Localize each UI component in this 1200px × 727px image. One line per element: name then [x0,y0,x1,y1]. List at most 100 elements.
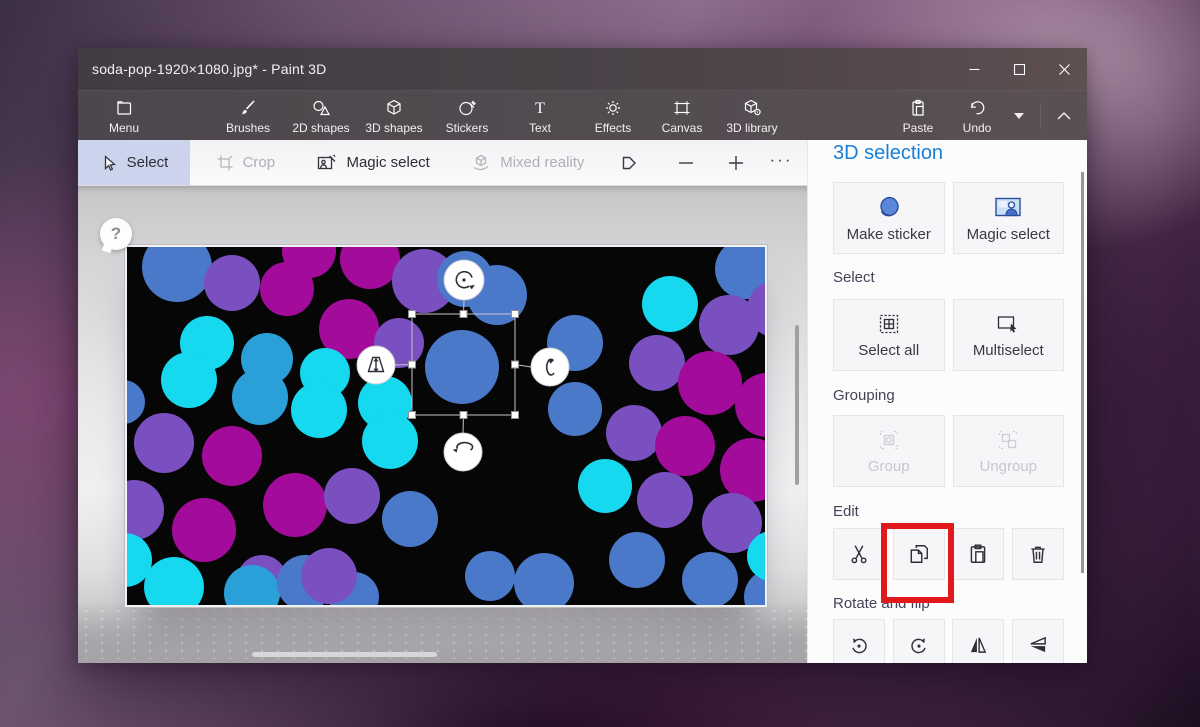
tab-select[interactable]: Select [78,140,190,185]
perspective-flag-button[interactable] [613,155,645,171]
collapse-toolbar-button[interactable] [1047,112,1081,120]
multiselect-button[interactable]: Multiselect [953,299,1065,371]
selection-handle[interactable] [512,311,519,318]
rotate-left-button[interactable] [833,619,885,663]
zoom-out-button[interactable] [671,155,701,171]
zoom-in-button[interactable] [721,155,751,171]
ellipsis-icon: ··· [770,150,793,170]
cursor-icon [100,154,118,172]
selection-handle[interactable] [460,311,467,318]
3d-library-button[interactable]: 3D library [719,96,785,135]
stickers-button[interactable]: Stickers [435,96,499,135]
mixed-reality-icon [471,154,491,172]
selection-handle[interactable] [512,361,519,368]
delete-button[interactable] [1012,528,1064,580]
brush-icon [238,98,258,118]
help-icon: ? [111,224,121,244]
flip-vertical-button[interactable] [1012,619,1064,663]
paste-label: Paste [903,121,934,135]
canvas-circle [362,413,418,469]
help-button[interactable]: ? [100,218,132,250]
maximize-button[interactable] [997,48,1042,90]
rotate-right-button[interactable] [893,619,945,663]
canvas-circle [260,262,314,316]
image-canvas[interactable] [125,245,767,607]
effects-button[interactable]: Effects [581,96,645,135]
selection-handle[interactable] [512,412,519,419]
rotate-z-handle[interactable] [444,260,484,300]
rotate-x-handle[interactable] [444,433,482,471]
canvas-circle [172,498,236,562]
paste-button-panel[interactable] [952,528,1004,580]
undo-dropdown-caret[interactable] [1014,113,1024,119]
rotate-y-handle[interactable] [531,348,569,386]
tab-select-label: Select [127,154,169,171]
select-actions-row: Select all Multiselect [833,299,1064,371]
undo-button[interactable]: Undo [950,96,1004,135]
selection-handle[interactable] [409,311,416,318]
workspace-vertical-scrollbar[interactable] [795,325,799,485]
tab-mixed-reality: Mixed reality [457,140,599,185]
ungroup-button: Ungroup [953,415,1065,487]
rotate-flip-actions-row [833,619,1064,663]
3d-library-label: 3D library [726,121,777,135]
effects-icon [603,98,623,118]
3d-shapes-button[interactable]: 3D shapes [362,96,426,135]
crop-icon [216,154,234,172]
main-area: Select Crop Magic select [78,140,1087,663]
tab-mixed-reality-label: Mixed reality [500,154,584,171]
group-icon [877,428,901,452]
paste-icon [908,98,928,118]
selection-handle[interactable] [460,412,467,419]
text-label: Text [529,121,551,135]
canvas-circle [425,330,499,404]
close-button[interactable] [1042,48,1087,90]
canvas-image[interactable] [127,247,765,605]
menu-label: Menu [109,121,139,135]
rotate-left-icon [848,634,870,656]
rotate-right-icon [908,634,930,656]
brushes-label: Brushes [226,121,270,135]
ribbon-overflow-button[interactable]: ··· [763,150,799,176]
multiselect-icon [995,312,1021,336]
text-button[interactable]: T Text [508,96,572,135]
chevron-up-icon [1057,112,1071,120]
undo-icon [967,98,987,118]
selection-handle[interactable] [409,361,416,368]
2d-shapes-label: 2D shapes [292,121,349,135]
primary-actions-row: Make sticker Magic select [833,182,1064,254]
brushes-button[interactable]: Brushes [216,96,280,135]
select-all-button[interactable]: Select all [833,299,945,371]
undo-label: Undo [963,121,992,135]
paste-button[interactable]: Paste [886,96,950,135]
cut-button[interactable] [833,528,885,580]
toolbar-right-group: Paste Undo [886,91,1081,140]
2d-shapes-icon [311,98,331,118]
magic-select-button[interactable]: Magic select [953,182,1065,254]
ungroup-icon [996,428,1020,452]
canvas-button[interactable]: Canvas [654,96,710,135]
minimize-button[interactable] [952,48,997,90]
select-all-label: Select all [858,342,919,359]
svg-text:T: T [535,100,545,117]
select-all-icon [877,312,901,336]
canvas-circle [606,405,662,461]
canvas-icon [672,98,692,118]
zoom-in-icon [728,155,744,171]
make-sticker-button[interactable]: Make sticker [833,182,945,254]
grouping-actions-row: Group Ungroup [833,415,1064,487]
multiselect-label: Multiselect [973,342,1044,359]
tab-magic-select[interactable]: Magic select [299,140,449,185]
2d-shapes-button[interactable]: 2D shapes [289,96,353,135]
workspace-horizontal-scrollbar[interactable] [252,652,437,657]
ribbon-tools: ··· [599,140,807,185]
menu-button[interactable]: Menu [94,96,154,135]
flip-horizontal-button[interactable] [952,619,1004,663]
tab-crop-label: Crop [243,154,276,171]
panel-scrollbar[interactable] [1081,172,1084,573]
magic-select-photo-icon [993,194,1023,220]
selection-handle[interactable] [409,412,416,419]
select-section-label: Select [833,269,1064,286]
3d-shapes-label: 3D shapes [365,121,422,135]
push-pull-handle[interactable] [357,346,395,384]
